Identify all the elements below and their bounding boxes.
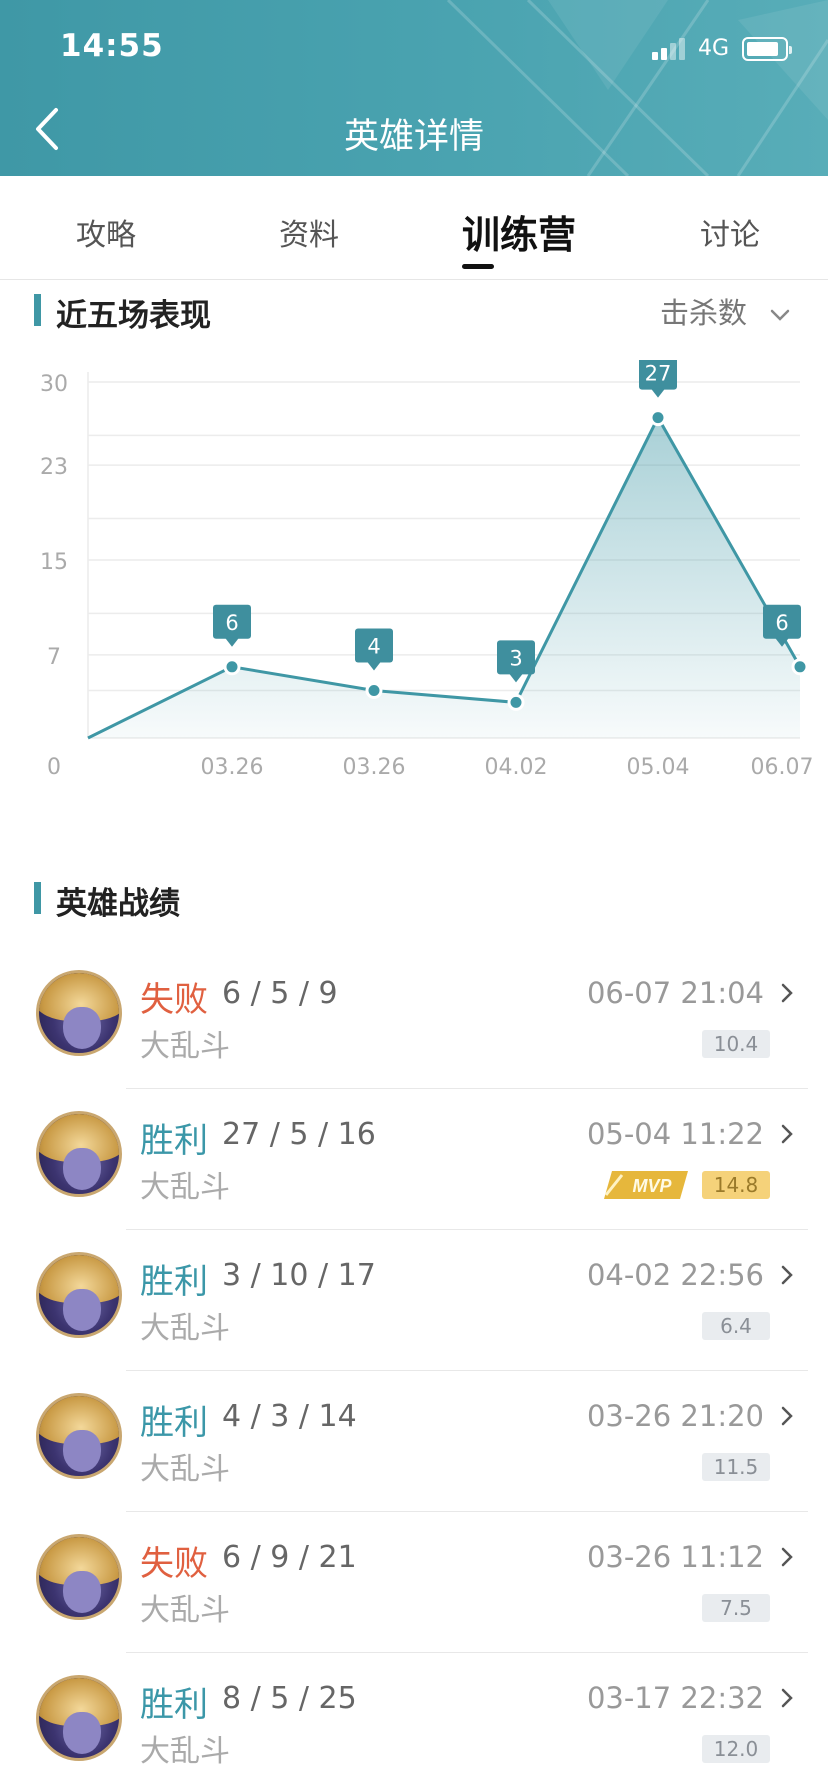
data-point (223, 658, 241, 676)
data-label-text: 27 (645, 362, 672, 386)
record-row[interactable]: 胜利 4 / 3 / 14 大乱斗 03-26 21:20 11.5 (0, 1371, 828, 1512)
y-tick-label: 0 (47, 755, 61, 780)
network-label: 4G (698, 36, 730, 61)
y-tick-label: 7 (47, 645, 61, 670)
match-mode: 大乱斗 (140, 1734, 230, 1769)
match-score: 6.4 (702, 1312, 770, 1340)
status-time: 14:55 (60, 28, 164, 64)
data-label-text: 6 (775, 611, 788, 635)
match-score: 11.5 (702, 1453, 770, 1481)
match-kda: 4 / 3 / 14 (222, 1399, 357, 1434)
y-tick-label: 30 (40, 372, 68, 397)
chevron-right-icon (781, 1688, 793, 1708)
match-time: 05-04 11:22 (586, 1117, 764, 1151)
x-tick-label: 06.07 (751, 755, 814, 780)
chevron-right-icon (781, 1406, 793, 1426)
y-tick-label: 23 (40, 455, 68, 480)
data-point (791, 658, 809, 676)
match-mode: 大乱斗 (140, 1452, 230, 1487)
y-tick-label: 15 (40, 550, 68, 575)
data-label-pointer (509, 673, 523, 683)
data-label-text: 4 (367, 635, 380, 659)
hero-avatar (36, 1675, 122, 1761)
tab-bar: 攻略 资料 训练营 讨论 (0, 176, 828, 280)
hero-avatar (36, 1534, 122, 1620)
heading-accent-bar (34, 882, 41, 914)
hero-avatar (36, 970, 122, 1056)
x-tick-label: 03.26 (343, 755, 406, 780)
match-time: 06-07 21:04 (586, 976, 764, 1010)
chevron-right-icon (781, 1265, 793, 1285)
match-score: 14.8 (702, 1171, 770, 1199)
match-score: 7.5 (702, 1594, 770, 1622)
record-row[interactable]: 失败 6 / 9 / 21 大乱斗 03-26 11:12 7.5 (0, 1512, 828, 1653)
match-result: 胜利 (140, 1403, 208, 1443)
match-score: 10.4 (702, 1030, 770, 1058)
records-heading-text: 英雄战绩 (56, 886, 180, 922)
match-score: 12.0 (702, 1735, 770, 1763)
match-kda: 8 / 5 / 25 (222, 1681, 357, 1716)
tab-discussion[interactable]: 讨论 (700, 210, 760, 254)
metric-dropdown[interactable]: 击杀数 (660, 290, 790, 332)
tab-indicator (462, 264, 494, 269)
match-kda: 3 / 10 / 17 (222, 1258, 376, 1293)
match-result: 胜利 (140, 1685, 208, 1725)
data-label-pointer (651, 388, 665, 398)
x-tick-label: 05.04 (627, 755, 690, 780)
tab-training[interactable]: 训练营 (462, 204, 576, 259)
match-time: 03-26 21:20 (586, 1399, 764, 1433)
chevron-right-icon (781, 1124, 793, 1144)
match-result: 胜利 (140, 1121, 208, 1161)
mvp-badge-text: MVP (632, 1176, 672, 1196)
data-label: 6 (213, 604, 251, 647)
data-label: 4 (355, 628, 393, 671)
data-point (507, 693, 525, 711)
data-label-text: 3 (509, 646, 522, 670)
match-result: 失败 (140, 980, 208, 1020)
x-tick-label: 04.02 (485, 755, 548, 780)
hero-avatar (36, 1111, 122, 1197)
chevron-right-icon (781, 1547, 793, 1567)
match-result: 胜利 (140, 1262, 208, 1302)
match-result: 失败 (140, 1544, 208, 1584)
match-time: 03-26 11:12 (586, 1540, 764, 1574)
data-point (365, 682, 383, 700)
match-kda: 6 / 5 / 9 (222, 976, 338, 1011)
chevron-right-icon (781, 983, 793, 1003)
x-tick-label: 03.26 (201, 755, 264, 780)
data-label: 27 (639, 360, 677, 398)
chevron-down-icon (770, 309, 790, 321)
data-label-text: 6 (225, 611, 238, 635)
hero-avatar (36, 1393, 122, 1479)
record-row[interactable]: 胜利 8 / 5 / 25 大乱斗 03-17 22:32 12.0 (0, 1653, 828, 1792)
record-row[interactable]: 胜利 3 / 10 / 17 大乱斗 04-02 22:56 6.4 (0, 1230, 828, 1371)
page-title: 英雄详情 (343, 117, 484, 157)
data-point (649, 409, 667, 427)
header: 14:55 4G 英雄详情 (0, 0, 828, 176)
record-row[interactable]: 失败 6 / 5 / 9 大乱斗 06-07 21:04 10.4 (0, 948, 828, 1089)
match-kda: 27 / 5 / 16 (222, 1117, 376, 1152)
tab-profile[interactable]: 资料 (279, 210, 339, 254)
match-mode: 大乱斗 (140, 1170, 230, 1205)
match-mode: 大乱斗 (140, 1311, 230, 1346)
match-kda: 6 / 9 / 21 (222, 1540, 357, 1575)
hero-avatar (36, 1252, 122, 1338)
data-label-pointer (367, 661, 381, 671)
match-mode: 大乱斗 (140, 1593, 230, 1628)
performance-chart: 6 4 3 27 6 0 7 15 23 30 03.26 03.26 04.02 05.04 06.07 (40, 360, 814, 780)
mvp-badge-icon: MVP (604, 1171, 688, 1199)
battery-icon (742, 37, 792, 61)
performance-heading-text: 近五场表现 (56, 298, 211, 334)
tab-strategy[interactable]: 攻略 (76, 210, 136, 254)
match-time: 04-02 22:56 (586, 1258, 764, 1292)
match-mode: 大乱斗 (140, 1029, 230, 1064)
match-time: 03-17 22:32 (586, 1681, 764, 1715)
heading-accent-bar (34, 294, 41, 326)
data-label-pointer (225, 637, 239, 647)
record-row[interactable]: 胜利 27 / 5 / 16 大乱斗 05-04 11:22 MVP 14.8 (0, 1089, 828, 1230)
metric-dropdown-value: 击杀数 (660, 296, 748, 330)
signal-icon (652, 38, 690, 60)
